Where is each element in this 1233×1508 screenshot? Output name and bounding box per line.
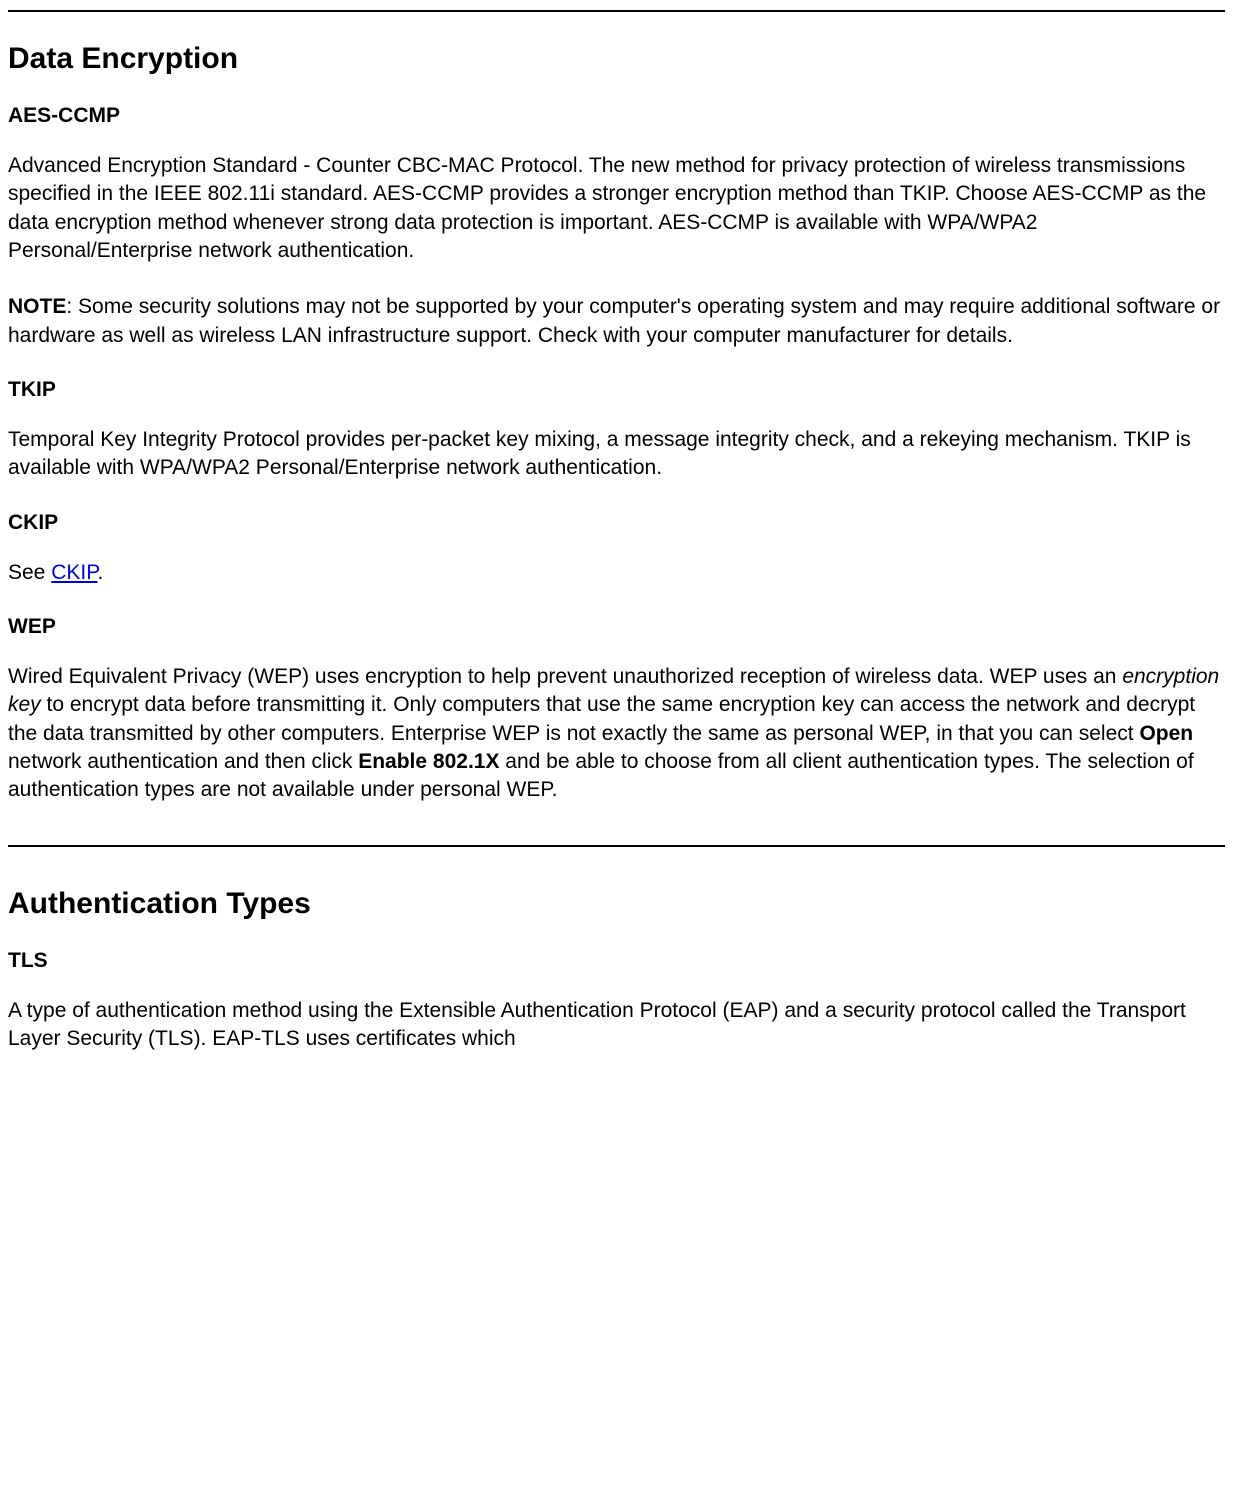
heading-data-encryption: Data Encryption bbox=[8, 42, 1225, 76]
subheading-tls: TLS bbox=[8, 949, 1225, 973]
mid-divider bbox=[8, 845, 1225, 847]
document-page: Data Encryption AES-CCMP Advanced Encryp… bbox=[0, 10, 1233, 1102]
paragraph-note: NOTE: Some security solutions may not be… bbox=[8, 293, 1225, 350]
subheading-aes-ccmp: AES-CCMP bbox=[8, 104, 1225, 128]
wep-body-1: Wired Equivalent Privacy (WEP) uses encr… bbox=[8, 665, 1122, 688]
paragraph-aes-ccmp: Advanced Encryption Standard - Counter C… bbox=[8, 152, 1225, 265]
heading-auth-types: Authentication Types bbox=[8, 887, 1225, 921]
note-label: NOTE bbox=[8, 295, 66, 318]
wep-bold-enable: Enable 802.1X bbox=[358, 750, 499, 773]
top-divider bbox=[8, 10, 1225, 12]
paragraph-tkip: Temporal Key Integrity Protocol provides… bbox=[8, 426, 1225, 483]
paragraph-wep: Wired Equivalent Privacy (WEP) uses encr… bbox=[8, 663, 1225, 805]
paragraph-tls: A type of authentication method using th… bbox=[8, 997, 1225, 1054]
wep-bold-open: Open bbox=[1139, 722, 1193, 745]
subheading-ckip: CKIP bbox=[8, 511, 1225, 535]
paragraph-ckip: See CKIP. bbox=[8, 559, 1225, 587]
note-body: : Some security solutions may not be sup… bbox=[8, 295, 1220, 346]
subheading-tkip: TKIP bbox=[8, 378, 1225, 402]
ckip-see-text: See bbox=[8, 561, 51, 584]
wep-body-2: to encrypt data before transmitting it. … bbox=[8, 693, 1195, 744]
subheading-wep: WEP bbox=[8, 615, 1225, 639]
ckip-link[interactable]: CKIP bbox=[51, 561, 97, 584]
ckip-after-text: . bbox=[98, 561, 104, 584]
wep-body-3: network authentication and then click bbox=[8, 750, 358, 773]
